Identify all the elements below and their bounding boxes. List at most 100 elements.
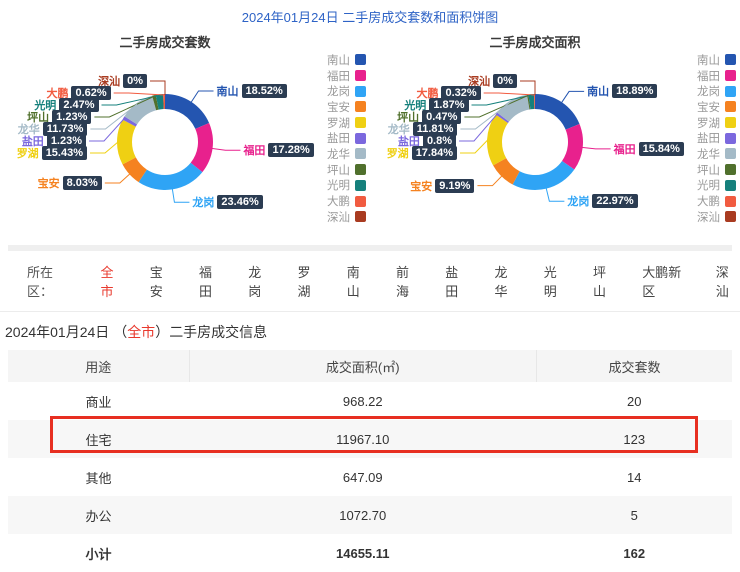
- legend-label: 大鹏: [316, 193, 350, 209]
- legend-item-大鹏[interactable]: 大鹏: [316, 193, 366, 209]
- legend-item-龙岗[interactable]: 龙岗: [316, 83, 366, 99]
- usage-table: 用途成交面积(㎡)成交套数 商业968.2220住宅11967.10123其他6…: [8, 350, 732, 572]
- legend-item-罗湖[interactable]: 罗湖: [686, 115, 736, 131]
- info-paren-open: （: [113, 324, 127, 340]
- filter-option-大鹏新区[interactable]: 大鹏新区: [642, 262, 690, 300]
- pie-label-name: 福田: [614, 141, 636, 157]
- chart-panel-counts: 二手房成交套数 南山福田龙岗宝安罗湖盐田龙华坪山光明大鹏深汕 深汕0%大鹏0.6…: [0, 32, 370, 242]
- legend-item-福田[interactable]: 福田: [316, 68, 366, 84]
- pie-label-value: 15.84%: [639, 142, 684, 156]
- info-paren-close: ）: [155, 324, 169, 340]
- filter-option-福田[interactable]: 福田: [199, 262, 223, 300]
- legend-label: 坪山: [316, 162, 350, 178]
- legend-item-坪山[interactable]: 坪山: [686, 162, 736, 178]
- pie-slice-龙岗[interactable]: [513, 161, 575, 190]
- filter-option-盐田[interactable]: 盐田: [445, 262, 469, 300]
- legend-label: 龙华: [686, 146, 720, 162]
- usage-table-wrap: 用途成交面积(㎡)成交套数 商业968.2220住宅11967.10123其他6…: [8, 350, 732, 572]
- legend-swatch-icon: [355, 164, 366, 175]
- table-cell: 5: [537, 496, 732, 534]
- legend-swatch-icon: [355, 70, 366, 81]
- legend-item-罗湖[interactable]: 罗湖: [316, 115, 366, 131]
- chart-legend: 南山福田龙岗宝安罗湖盐田龙华坪山光明大鹏深汕: [686, 52, 736, 225]
- table-header-cell: 用途: [8, 350, 189, 382]
- table-cell: 住宅: [8, 420, 189, 458]
- pie-label-line: [114, 93, 164, 95]
- pie-label-宝安: 宝安8.03%: [38, 174, 102, 192]
- pie-label-line: [212, 148, 241, 150]
- filter-option-宝安[interactable]: 宝安: [150, 262, 174, 300]
- filter-option-龙华[interactable]: 龙华: [494, 262, 518, 300]
- filter-option-坪山[interactable]: 坪山: [593, 262, 617, 300]
- info-heading: 2024年01月24日 （全市）二手房成交信息: [5, 322, 740, 342]
- legend-item-龙华[interactable]: 龙华: [316, 146, 366, 162]
- pie-slice-福田[interactable]: [191, 123, 213, 172]
- legend-item-龙岗[interactable]: 龙岗: [686, 83, 736, 99]
- pie-slice-龙岗[interactable]: [139, 163, 203, 190]
- legend-swatch-icon: [725, 211, 736, 222]
- pie-slice-南山[interactable]: [165, 94, 209, 129]
- pie-slice-罗湖[interactable]: [117, 120, 136, 165]
- filter-option-光明[interactable]: 光明: [544, 262, 568, 300]
- pie-label-name: 罗湖: [17, 145, 39, 161]
- table-cell: 123: [537, 420, 732, 458]
- pie-label-line: [520, 81, 535, 95]
- legend-item-南山[interactable]: 南山: [316, 52, 366, 68]
- table-cell: 647.09: [189, 458, 537, 496]
- filter-option-南山[interactable]: 南山: [347, 262, 371, 300]
- charts-row: 二手房成交套数 南山福田龙岗宝安罗湖盐田龙华坪山光明大鹏深汕 深汕0%大鹏0.6…: [0, 32, 740, 242]
- legend-item-南山[interactable]: 南山: [686, 52, 736, 68]
- legend-item-大鹏[interactable]: 大鹏: [686, 193, 736, 209]
- filter-option-前海[interactable]: 前海: [396, 262, 420, 300]
- pie-label-line: [150, 81, 165, 95]
- legend-item-深汕[interactable]: 深汕: [686, 209, 736, 225]
- page-title[interactable]: 2024年01月24日 二手房成交套数和面积饼图: [0, 0, 740, 26]
- chart-panel-area: 二手房成交面积 南山福田龙岗宝安罗湖盐田龙华坪山光明大鹏深汕 深汕0%大鹏0.3…: [370, 32, 740, 242]
- pie-label-福田: 福田15.84%: [614, 140, 684, 158]
- legend-item-光明[interactable]: 光明: [686, 178, 736, 194]
- pie-label-value: 23.46%: [217, 195, 262, 209]
- table-header-row: 用途成交面积(㎡)成交套数: [8, 350, 732, 382]
- legend-label: 盐田: [316, 130, 350, 146]
- legend-item-深汕[interactable]: 深汕: [316, 209, 366, 225]
- pie-label-福田: 福田17.28%: [243, 141, 313, 159]
- table-cell: 办公: [8, 496, 189, 534]
- legend-item-光明[interactable]: 光明: [316, 178, 366, 194]
- pie-label-value: 8.03%: [63, 176, 102, 190]
- district-filter-label: 所在区：: [27, 262, 75, 300]
- pie-label-line: [582, 147, 611, 149]
- pie-label-line: [484, 93, 535, 95]
- filter-option-罗湖[interactable]: 罗湖: [297, 262, 321, 300]
- info-scope: 全市: [127, 324, 155, 340]
- legend-item-盐田[interactable]: 盐田: [316, 130, 366, 146]
- pie-label-龙岗: 龙岗22.97%: [567, 192, 637, 210]
- pie-label-name: 南山: [587, 83, 609, 99]
- legend-label: 南山: [686, 52, 720, 68]
- pie-label-name: 宝安: [410, 178, 432, 194]
- legend-label: 光明: [686, 177, 720, 193]
- legend-swatch-icon: [725, 70, 736, 81]
- table-header-cell: 成交套数: [537, 350, 732, 382]
- legend-item-福田[interactable]: 福田: [686, 68, 736, 84]
- filter-option-深汕[interactable]: 深汕: [716, 262, 740, 300]
- legend-swatch-icon: [725, 196, 736, 207]
- pie-slice-福田[interactable]: [562, 124, 583, 170]
- legend-item-宝安[interactable]: 宝安: [686, 99, 736, 115]
- filter-option-龙岗[interactable]: 龙岗: [248, 262, 272, 300]
- legend-item-宝安[interactable]: 宝安: [316, 99, 366, 115]
- legend-swatch-icon: [355, 86, 366, 97]
- table-cell: 商业: [8, 382, 189, 420]
- legend-label: 南山: [316, 52, 350, 68]
- legend-item-龙华[interactable]: 龙华: [686, 146, 736, 162]
- filter-option-全市[interactable]: 全市: [100, 262, 124, 300]
- legend-label: 深汕: [686, 209, 720, 225]
- chart-title: 二手房成交面积: [370, 32, 700, 51]
- legend-label: 盐田: [686, 130, 720, 146]
- pie-slice-南山[interactable]: [535, 94, 580, 130]
- pie-label-name: 南山: [217, 83, 239, 99]
- legend-label: 宝安: [316, 99, 350, 115]
- chart-title: 二手房成交套数: [0, 32, 330, 51]
- legend-item-坪山[interactable]: 坪山: [316, 162, 366, 178]
- pie-label-罗湖: 罗湖17.84%: [387, 144, 457, 162]
- legend-item-盐田[interactable]: 盐田: [686, 130, 736, 146]
